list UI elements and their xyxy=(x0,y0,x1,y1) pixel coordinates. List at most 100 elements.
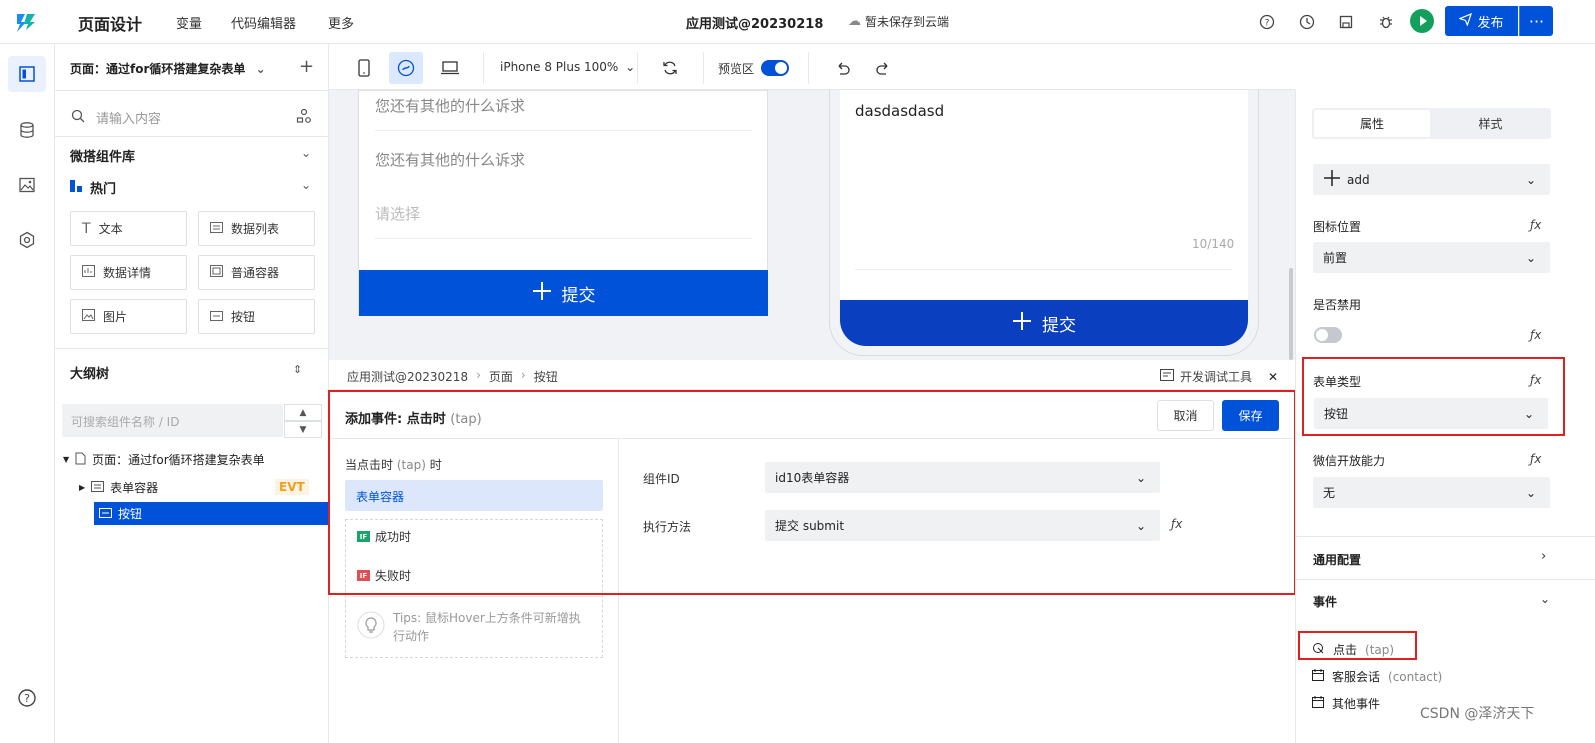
plus-icon xyxy=(1323,169,1341,190)
mobile-view-icon[interactable] xyxy=(347,52,381,84)
plus-icon xyxy=(1012,311,1032,336)
disabled-toggle[interactable] xyxy=(1314,327,1342,343)
canvas-scrollbar[interactable] xyxy=(1289,268,1293,360)
fx-icon[interactable]: ƒx xyxy=(1530,452,1541,466)
general-config-section[interactable]: 通用配置 xyxy=(1313,551,1361,568)
hot-category[interactable]: 热门 xyxy=(70,178,116,197)
chevron-down-icon: ⌄ xyxy=(1525,485,1536,500)
wechat-ability-label: 微信开放能力 xyxy=(1313,454,1386,468)
wechat-ability-select[interactable]: 无 ⌄ xyxy=(1313,477,1550,508)
menu-code-editor[interactable]: 代码编辑器 xyxy=(231,13,296,32)
miniprogram-view-icon[interactable] xyxy=(389,52,423,84)
nav-settings-icon[interactable] xyxy=(8,222,46,258)
app-name: 应用测试@20230218 xyxy=(686,17,824,32)
component-tree-icon[interactable] xyxy=(296,108,312,127)
tree-up-button[interactable]: ▲ xyxy=(284,404,322,421)
calendar-icon xyxy=(1312,669,1324,684)
tree-node-page[interactable]: ▼ 页面：通过for循环搭建复杂表单 xyxy=(63,451,265,468)
detail-icon xyxy=(82,265,95,280)
submit-button-preview-1[interactable]: 提交 xyxy=(359,270,768,316)
refresh-icon[interactable] xyxy=(653,52,687,84)
run-button[interactable] xyxy=(1410,9,1434,33)
tree-node-form-container[interactable]: ▶ 表单容器 xyxy=(79,479,158,496)
publish-more-button[interactable]: ··· xyxy=(1519,6,1553,36)
help-icon[interactable]: ? xyxy=(1257,12,1277,32)
image-icon xyxy=(82,309,95,324)
hot-category-icon xyxy=(70,179,82,196)
caret-down-icon: ▼ xyxy=(63,455,70,464)
icon-select[interactable]: add ⌄ xyxy=(1313,164,1550,195)
chevron-down-icon[interactable]: ⌄ xyxy=(301,146,311,160)
events-section[interactable]: 事件 xyxy=(1313,593,1337,610)
page-selector[interactable]: 页面：通过for循环搭建复杂表单 ⌄ xyxy=(70,60,266,77)
icon-position-select[interactable]: 前置 ⌄ xyxy=(1313,242,1550,273)
component-search-input[interactable]: 请输入内容 xyxy=(96,108,161,127)
form-select[interactable]: 请选择 xyxy=(375,203,420,224)
nav-pages-icon[interactable] xyxy=(8,56,46,92)
outline-search-input[interactable]: 可搜索组件名称 / ID xyxy=(62,404,283,437)
device-selector[interactable]: iPhone 8 Plus 100% ⌄ xyxy=(500,60,635,74)
menu-variables[interactable]: 变量 xyxy=(176,13,202,32)
nav-data-icon[interactable] xyxy=(8,112,46,148)
chevron-down-icon[interactable]: ⌄ xyxy=(301,178,311,192)
button-icon xyxy=(99,507,112,521)
highlight-event-panel xyxy=(328,390,1296,595)
save-icon[interactable] xyxy=(1336,12,1356,32)
watermark: CSDN @泽济天下 xyxy=(1420,706,1535,722)
component-image[interactable]: 图片 xyxy=(70,299,187,334)
svg-text:?: ? xyxy=(24,692,30,705)
event-other[interactable]: 其他事件 xyxy=(1312,695,1380,712)
event-contact[interactable]: 客服会话 (contact) xyxy=(1312,668,1442,685)
textarea-counter: 10/140 xyxy=(1192,237,1235,251)
text-icon: T xyxy=(82,220,91,237)
fx-icon[interactable]: ƒx xyxy=(1530,328,1541,342)
event-badge: EVT xyxy=(275,479,309,495)
breadcrumb-page[interactable]: 页面 xyxy=(489,368,513,385)
left-nav xyxy=(0,44,55,743)
icon-position-label: 图标位置 xyxy=(1313,220,1362,234)
expand-collapse-icon[interactable]: ⇕ xyxy=(293,363,302,376)
undo-icon[interactable] xyxy=(826,52,860,84)
submit-button-preview-2[interactable]: 提交 xyxy=(840,300,1248,346)
publish-button[interactable]: 发布 xyxy=(1445,6,1518,36)
textarea-value[interactable]: dasdasdasd xyxy=(855,102,944,120)
breadcrumb-app[interactable]: 应用测试@20230218 xyxy=(347,368,468,385)
outline-tree-title: 大纲树 xyxy=(70,367,110,382)
add-page-button[interactable]: + xyxy=(299,56,314,77)
page-icon xyxy=(75,452,86,468)
chevron-right-icon[interactable]: › xyxy=(1541,549,1546,564)
history-icon[interactable] xyxy=(1297,12,1317,32)
tree-node-button[interactable]: 按钮 xyxy=(94,502,328,525)
chevron-down-icon: ⌄ xyxy=(625,60,636,74)
component-button[interactable]: 按钮 xyxy=(198,299,315,334)
weda-logo-icon xyxy=(14,10,38,34)
component-data-list[interactable]: 数据列表 xyxy=(198,211,315,246)
component-text[interactable]: T 文本 xyxy=(70,211,187,246)
component-container[interactable]: 普通容器 xyxy=(198,255,315,290)
menu-more[interactable]: 更多 xyxy=(328,13,354,32)
chevron-down-icon[interactable]: ⌄ xyxy=(1540,592,1550,606)
component-data-detail[interactable]: 数据详情 xyxy=(70,255,187,290)
redo-icon[interactable] xyxy=(866,52,900,84)
tree-down-button[interactable]: ▼ xyxy=(284,421,322,438)
help-circle-icon[interactable]: ? xyxy=(8,680,46,716)
form-icon xyxy=(91,480,105,495)
tab-style[interactable]: 样式 xyxy=(1432,110,1549,137)
component-library-title: 微搭组件库 xyxy=(70,150,136,165)
fx-icon[interactable]: ƒx xyxy=(1530,218,1541,232)
breadcrumb-button[interactable]: 按钮 xyxy=(534,368,558,385)
lightbulb-icon xyxy=(357,611,385,649)
form-field-1[interactable]: 您还有其他的什么诉求 xyxy=(375,95,525,116)
tab-properties[interactable]: 属性 xyxy=(1314,110,1430,137)
chevron-down-icon: ⌄ xyxy=(1525,172,1536,187)
cloud-icon: ☁ xyxy=(848,14,861,29)
save-state[interactable]: ☁ 暂未保存到云端 xyxy=(848,13,949,30)
desktop-view-icon[interactable] xyxy=(433,52,467,84)
close-icon[interactable]: ✕ xyxy=(1268,370,1278,384)
form-field-2[interactable]: 您还有其他的什么诉求 xyxy=(375,149,525,170)
disabled-label: 是否禁用 xyxy=(1313,298,1362,312)
nav-media-icon[interactable] xyxy=(8,167,46,203)
debug-icon[interactable] xyxy=(1376,12,1396,32)
devtools-toggle[interactable]: 开发调试工具 ✕ xyxy=(1160,368,1278,385)
preview-toggle[interactable] xyxy=(761,60,789,76)
